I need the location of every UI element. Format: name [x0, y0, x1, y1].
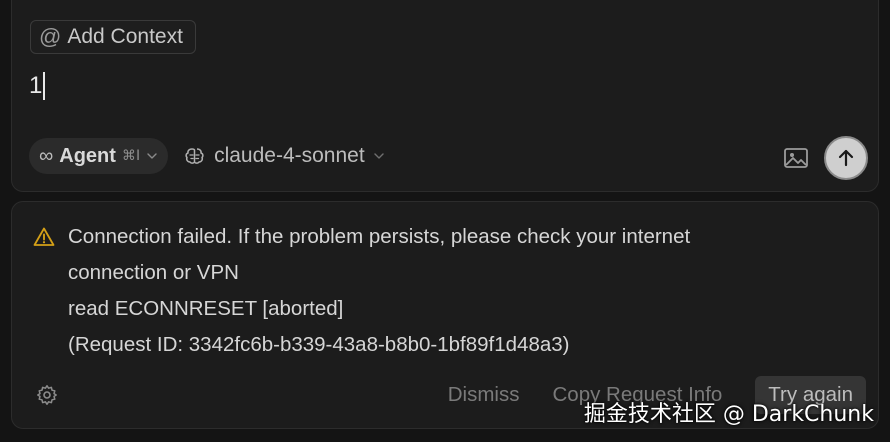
model-label: claude-4-sonnet: [214, 144, 365, 167]
error-line: (Request ID: 3342fc6b-b339-43a8-b8b0-1bf…: [68, 333, 570, 356]
error-actions: Dismiss Copy Request Info Try again: [448, 376, 866, 414]
text-caret: [43, 72, 46, 100]
error-line: read ECONNRESET [aborted]: [68, 297, 344, 320]
add-context-label: Add Context: [67, 25, 183, 48]
add-context-button[interactable]: @ Add Context: [30, 20, 196, 54]
composer-toolbar: ∞ Agent ⌘I claude-4-sonnet: [29, 138, 385, 174]
error-panel: Connection failed. If the problem persis…: [11, 201, 879, 429]
arrow-up-icon: [838, 149, 854, 167]
error-message: Connection failed. If the problem persis…: [68, 219, 848, 363]
model-selector[interactable]: claude-4-sonnet: [184, 138, 385, 174]
error-line: Connection failed. If the problem persis…: [68, 225, 691, 248]
infinity-icon: ∞: [39, 144, 54, 167]
mode-shortcut: ⌘I: [121, 148, 141, 164]
dismiss-button[interactable]: Dismiss: [448, 383, 520, 407]
chat-input-value: 1: [29, 72, 43, 99]
try-again-button[interactable]: Try again: [755, 376, 866, 414]
copy-request-info-button[interactable]: Copy Request Info: [553, 383, 723, 407]
error-line: connection or VPN: [68, 261, 239, 284]
send-button[interactable]: [824, 136, 868, 180]
at-symbol-icon: @: [39, 24, 62, 49]
chevron-down-icon: [373, 153, 384, 159]
brain-icon: [185, 148, 204, 164]
chat-input[interactable]: 1: [29, 70, 46, 102]
gear-icon[interactable]: [36, 384, 58, 406]
mode-selector[interactable]: ∞ Agent ⌘I: [29, 138, 169, 174]
mode-label: Agent: [59, 144, 116, 167]
image-icon[interactable]: [783, 145, 809, 171]
warning-triangle-icon: [33, 227, 55, 246]
composer-panel: @ Add Context 1 ∞ Agent ⌘I claude-4-sonn…: [11, 0, 879, 192]
chevron-down-icon: [147, 153, 157, 159]
